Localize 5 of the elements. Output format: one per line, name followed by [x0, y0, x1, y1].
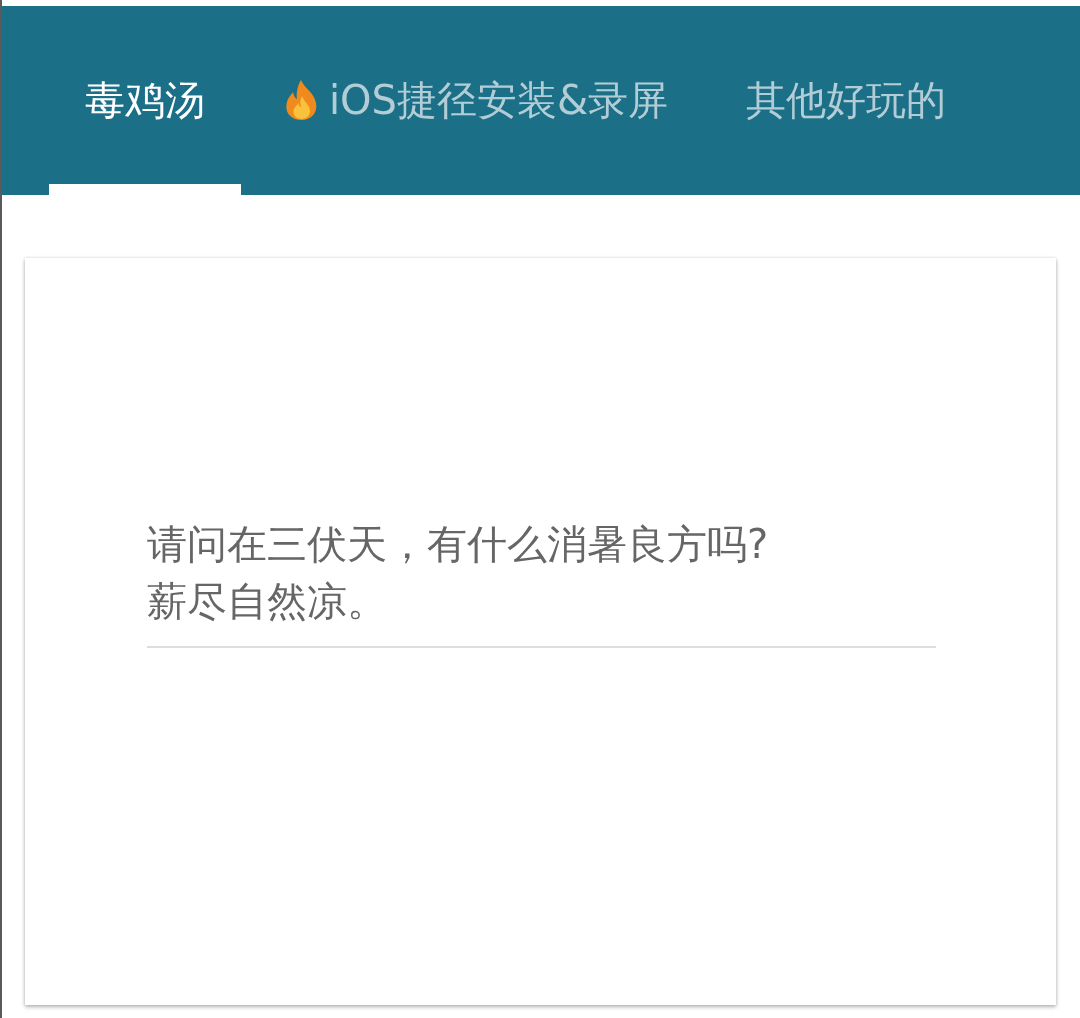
quote-text: 薪尽自然凉。 — [147, 577, 388, 626]
quote-text: 请问在三伏天，有什么消暑良方吗? — [147, 520, 770, 569]
tab[interactable]: 毒鸡汤 — [49, 6, 241, 195]
tab[interactable]: iOS捷径安装&录屏 — [247, 6, 705, 195]
tab[interactable]: 其他好玩的 — [710, 6, 983, 195]
